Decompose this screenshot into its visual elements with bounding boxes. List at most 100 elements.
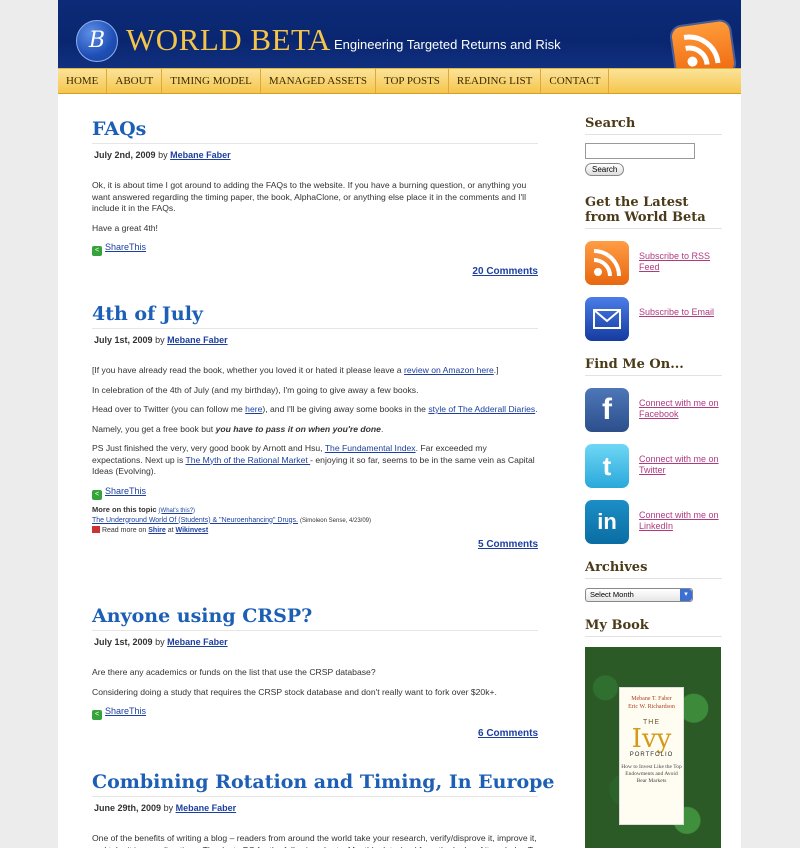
myth-rational-market-link[interactable]: The Myth of the Rational Market: [185, 455, 310, 465]
main-nav: HOME ABOUT TIMING MODEL MANAGED ASSETS T…: [58, 68, 741, 94]
post: 4th of July July 1st, 2009 by Mebane Fab…: [92, 301, 538, 593]
twitter-link[interactable]: Connect with me on Twitter: [639, 454, 722, 476]
post-by: by: [158, 150, 168, 160]
share-link[interactable]: ShareThis: [105, 242, 146, 252]
author-link[interactable]: Mebane Faber: [167, 637, 228, 647]
wikinvest-link[interactable]: Wikinvest: [176, 527, 209, 534]
author-link[interactable]: Mebane Faber: [176, 803, 237, 813]
rss-icon[interactable]: [585, 241, 629, 285]
post-by: by: [155, 335, 165, 345]
whats-this-link[interactable]: (What's this?): [159, 508, 196, 514]
post-paragraph: One of the benefits of writing a blog – …: [92, 833, 537, 848]
post-paragraph: PS Just finished the very, very good boo…: [92, 443, 538, 478]
email-link[interactable]: Subscribe to Email: [639, 307, 714, 318]
nav-home[interactable]: HOME: [58, 69, 108, 93]
rss-feed-link[interactable]: Subscribe to RSS Feed: [639, 251, 722, 273]
linkedin-link[interactable]: Connect with me on LinkedIn: [639, 510, 722, 532]
sidebar: Search Search Get the Latest from World …: [585, 116, 722, 848]
post-date: July 2nd, 2009: [94, 150, 156, 160]
share-icon: <: [92, 710, 102, 720]
text: .: [380, 423, 384, 434]
twitter-icon[interactable]: t: [585, 444, 629, 488]
fundamental-index-link[interactable]: The Fundamental Index: [325, 443, 416, 453]
archives-select[interactable]: Select Month ▾: [585, 588, 693, 602]
nav-about[interactable]: ABOUT: [107, 69, 163, 93]
author-link[interactable]: Mebane Faber: [170, 150, 231, 160]
archives-heading: Archives: [585, 560, 722, 579]
comments-link[interactable]: 20 Comments: [472, 266, 538, 277]
share-link[interactable]: ShareThis: [105, 706, 146, 716]
logo-letter: B: [88, 28, 106, 53]
twitter-connect[interactable]: t Connect with me on Twitter: [585, 444, 722, 488]
book-portfolio: PORTFOLIO: [629, 752, 674, 758]
rss-subscribe[interactable]: Subscribe to RSS Feed: [585, 241, 722, 285]
search-input[interactable]: [585, 143, 695, 159]
post-paragraph: In celebration of the 4th of July (and m…: [92, 384, 419, 395]
text: at: [167, 526, 174, 534]
post-paragraph: Have a great 4th!: [92, 222, 158, 233]
adderall-diaries-link[interactable]: style of The Adderall Diaries: [428, 404, 535, 414]
post-paragraph: Ok, it is about time I got around to add…: [92, 180, 527, 213]
shire-link[interactable]: Shire: [148, 527, 166, 534]
search-button[interactable]: Search: [585, 163, 625, 176]
email-subscribe[interactable]: Subscribe to Email: [585, 297, 722, 341]
latest-heading: Get the Latest from World Beta: [585, 195, 722, 229]
search-heading: Search: [585, 116, 722, 135]
text: Read more on: [101, 526, 147, 534]
email-icon[interactable]: [585, 297, 629, 341]
facebook-icon[interactable]: f: [585, 388, 629, 432]
post-title[interactable]: 4th of July: [92, 301, 538, 328]
linkedin-icon[interactable]: in: [585, 500, 629, 544]
related-article-link[interactable]: The Underground World Of (Students) & "N…: [92, 517, 298, 524]
post-meta: July 1st, 2009 by Mebane Faber: [92, 328, 538, 351]
linkedin-connect[interactable]: in Connect with me on LinkedIn: [585, 500, 722, 544]
post-meta: June 29th, 2009 by Mebane Faber: [92, 796, 538, 819]
post-title[interactable]: Combining Rotation and Timing, In Europe: [92, 769, 555, 796]
post-paragraph: Head over to Twitter (you can follow me …: [92, 404, 538, 416]
post-paragraph: [If you have already read the book, whet…: [92, 365, 538, 377]
nav-reading-list[interactable]: READING LIST: [449, 69, 542, 93]
post: FAQs July 2nd, 2009 by Mebane Faber Ok, …: [92, 116, 538, 296]
author-link[interactable]: Mebane Faber: [167, 335, 228, 345]
comments-link-wrap: 20 Comments: [92, 266, 538, 277]
site-header: B WORLD BETA Engineering Targeted Return…: [58, 0, 741, 68]
post-date: July 1st, 2009: [94, 335, 153, 345]
share-icon: <: [92, 489, 102, 500]
nav-managed-assets[interactable]: MANAGED ASSETS: [261, 69, 376, 93]
book-cover[interactable]: Mebane T. Faber Eric W. Richardson THE I…: [585, 647, 721, 848]
post-by: by: [163, 803, 174, 813]
nav-contact[interactable]: CONTACT: [541, 69, 610, 93]
text: ), and I'll be giving away some books in…: [262, 404, 429, 414]
post-paragraph: Considering doing a study that requires …: [92, 686, 497, 697]
nav-top-posts[interactable]: TOP POSTS: [376, 69, 449, 93]
site-title[interactable]: WORLD BETA: [126, 22, 331, 58]
archives-select-value: Select Month: [590, 590, 634, 599]
post-title[interactable]: FAQs: [92, 116, 538, 143]
logo[interactable]: B: [76, 20, 118, 62]
text: [If you have already read the book, whet…: [92, 365, 404, 375]
amazon-review-link[interactable]: review on Amazon here: [404, 365, 494, 375]
text: Namely, you get a free book but: [92, 423, 216, 434]
rss-icon[interactable]: [670, 20, 736, 68]
share-this[interactable]: < ShareThis: [92, 486, 538, 500]
share-link[interactable]: ShareThis: [105, 486, 146, 496]
comments-link-wrap: 5 Comments: [92, 539, 538, 550]
share-this[interactable]: < ShareThis: [92, 242, 538, 256]
find-me-heading: Find Me On...: [585, 357, 722, 376]
nav-timing-model[interactable]: TIMING MODEL: [162, 69, 261, 93]
book-ivy: Ivy: [631, 724, 672, 754]
text: Mebane T. Faber: [631, 696, 672, 702]
post-title[interactable]: Anyone using CRSP?: [92, 603, 538, 630]
comments-link-wrap: 6 Comments: [92, 728, 538, 739]
post-paragraph: Are there any academics or funds on the …: [92, 667, 376, 677]
facebook-link[interactable]: Connect with me on Facebook: [639, 398, 722, 420]
comments-link[interactable]: 6 Comments: [478, 728, 538, 739]
comments-link[interactable]: 5 Comments: [478, 539, 538, 550]
book-card: Mebane T. Faber Eric W. Richardson THE I…: [619, 687, 684, 825]
share-this[interactable]: < ShareThis: [92, 706, 538, 720]
share-icon: <: [92, 246, 102, 256]
twitter-here-link[interactable]: here: [245, 404, 262, 414]
book-subtitle: How to Invest Like the Top Endowments an…: [621, 764, 682, 784]
post-meta: July 1st, 2009 by Mebane Faber: [92, 630, 538, 653]
facebook-connect[interactable]: f Connect with me on Facebook: [585, 388, 722, 432]
